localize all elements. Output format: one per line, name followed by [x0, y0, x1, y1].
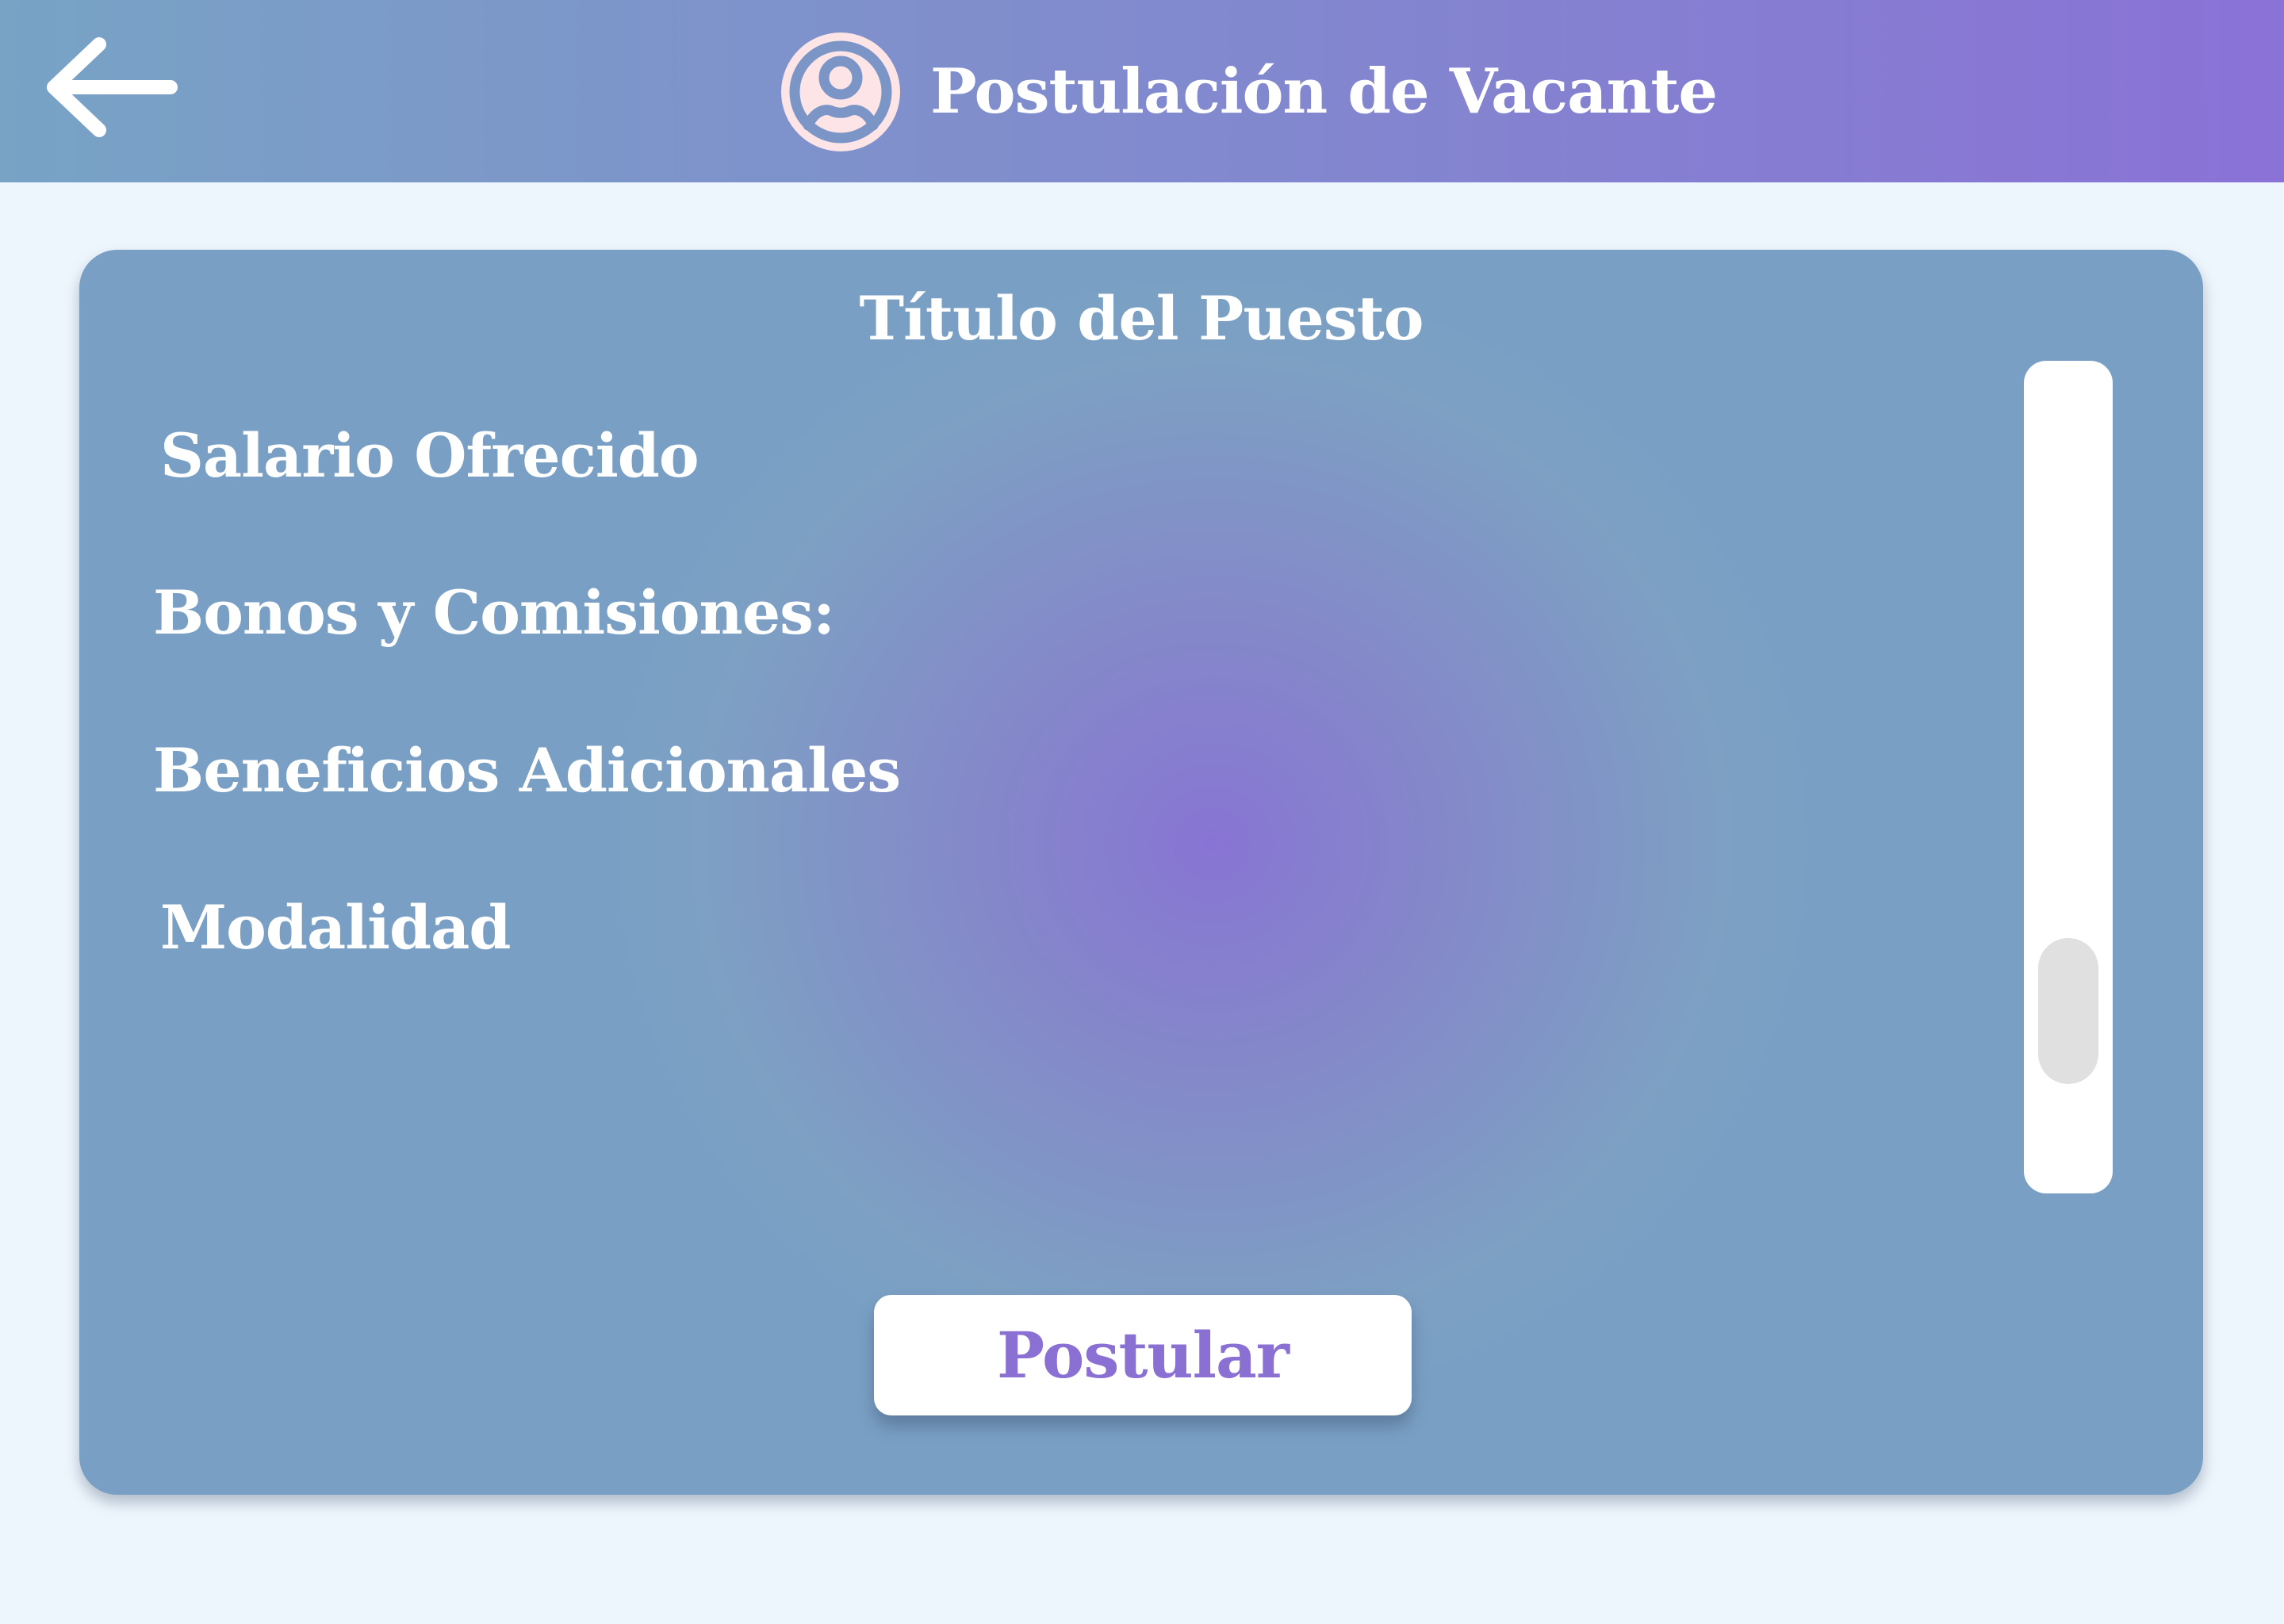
bonus-field-label: Bonos y Comisiones:	[153, 577, 835, 648]
scrollbar-track[interactable]	[2024, 361, 2113, 1193]
benefits-field-label: Beneficios Adicionales	[153, 735, 901, 806]
job-title: Título del Puesto	[859, 283, 1424, 354]
back-button[interactable]	[40, 32, 182, 143]
scrollbar-thumb[interactable]	[2038, 938, 2098, 1084]
user-avatar-icon[interactable]	[781, 32, 900, 151]
apply-button[interactable]: Postular	[874, 1295, 1412, 1415]
salary-field-label: Salario Ofrecido	[160, 420, 699, 491]
app-header: Postulación de Vacante	[0, 0, 2284, 182]
arrow-left-icon	[47, 37, 178, 137]
page-title: Postulación de Vacante	[930, 56, 1718, 128]
header-title-group: Postulación de Vacante	[781, 30, 1718, 153]
job-details-card: Título del Puesto Salario Ofrecido Bonos…	[79, 250, 2203, 1495]
modality-field-label: Modalidad	[160, 892, 511, 963]
